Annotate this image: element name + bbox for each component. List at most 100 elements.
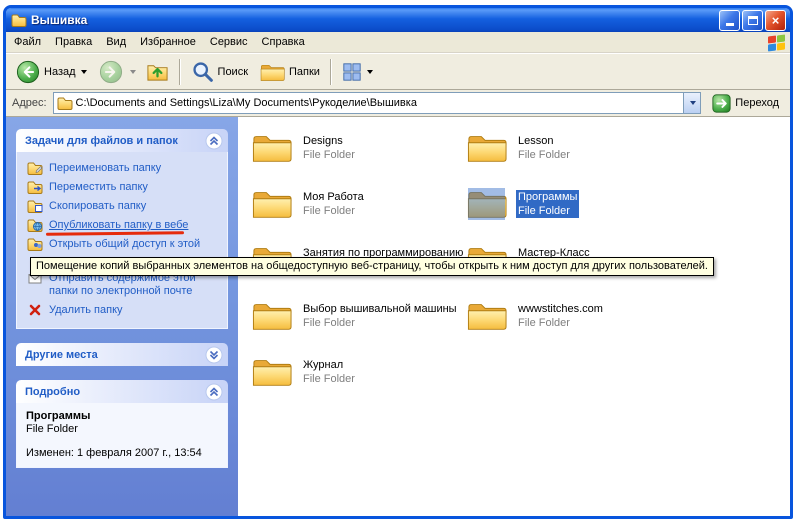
- back-button[interactable]: Назад: [10, 56, 93, 88]
- search-icon: [191, 60, 214, 83]
- menu-bar: Файл Правка Вид Избранное Сервис Справка: [6, 32, 790, 53]
- task-delete-folder[interactable]: Удалить папку: [26, 301, 222, 320]
- file-name: Моя Работа: [301, 190, 366, 204]
- up-button[interactable]: [140, 56, 175, 87]
- file-name: Программы: [516, 190, 579, 204]
- menu-item-help[interactable]: Справка: [255, 33, 312, 51]
- tooltip: Помещение копий выбранных элементов на о…: [30, 257, 714, 276]
- address-dropdown-button[interactable]: [683, 93, 700, 113]
- address-input[interactable]: [73, 97, 684, 109]
- file-tasks-body: Переименовать папку Переместить папку Ск…: [16, 152, 228, 329]
- chevron-up-icon[interactable]: [205, 383, 223, 401]
- close-button[interactable]: ×: [765, 10, 786, 31]
- task-label: Удалить папку: [49, 304, 123, 317]
- window-title: Вышивка: [31, 13, 717, 27]
- forward-button[interactable]: [93, 56, 129, 88]
- file-type: File Folder: [516, 204, 579, 218]
- file-name: Lesson: [516, 134, 572, 148]
- task-rename-folder[interactable]: Переименовать папку: [26, 159, 222, 178]
- folder-icon[interactable]: [467, 299, 507, 332]
- task-copy-folder[interactable]: Скопировать папку: [26, 197, 222, 216]
- folder-icon[interactable]: [252, 299, 292, 332]
- menu-item-tools[interactable]: Сервис: [203, 33, 255, 51]
- folder-icon[interactable]: [252, 131, 292, 164]
- maximize-button[interactable]: [742, 10, 763, 31]
- details-item-name: Программы: [26, 410, 222, 422]
- task-label: Опубликовать папку в вебе: [49, 219, 188, 232]
- file-item-wwwstitches[interactable]: wwwstitches.comFile Folder: [467, 299, 682, 355]
- views-icon: [342, 62, 362, 82]
- back-label: Назад: [44, 66, 76, 78]
- window-folder-icon: [11, 13, 27, 27]
- menu-item-view[interactable]: Вид: [99, 33, 133, 51]
- toolbar-separator: [330, 59, 332, 85]
- chevron-down-icon: [690, 101, 696, 105]
- go-icon: [712, 94, 731, 113]
- address-combo[interactable]: [53, 92, 702, 114]
- task-move-folder[interactable]: Переместить папку: [26, 178, 222, 197]
- details-item-type: File Folder: [26, 423, 222, 435]
- rename-folder-icon: [27, 161, 43, 175]
- task-label: Переименовать папку: [49, 162, 161, 175]
- file-type: File Folder: [516, 148, 572, 162]
- minimize-button[interactable]: [719, 10, 740, 31]
- title-bar[interactable]: Вышивка ×: [6, 8, 790, 32]
- search-button[interactable]: Поиск: [185, 56, 254, 87]
- folder-icon[interactable]: [252, 355, 292, 388]
- folders-button[interactable]: Папки: [254, 58, 326, 86]
- folders-icon: [260, 62, 285, 82]
- file-item-moya-rabota[interactable]: Моя РаботаFile Folder: [252, 187, 467, 243]
- address-label: Адрес:: [12, 97, 47, 109]
- folders-label: Папки: [289, 66, 320, 78]
- panel-details: Подробно Программы File Folder Изменен: …: [16, 380, 228, 468]
- file-item-designs[interactable]: DesignsFile Folder: [252, 131, 467, 187]
- menu-item-favorites[interactable]: Избранное: [133, 33, 203, 51]
- toolbar-separator: [179, 59, 181, 85]
- folder-icon[interactable]: [252, 187, 292, 220]
- file-type: File Folder: [301, 316, 459, 330]
- folder-icon[interactable]: [467, 187, 507, 220]
- publish-folder-icon: [27, 218, 43, 232]
- other-places-header[interactable]: Другие места: [16, 343, 228, 366]
- file-item-lesson[interactable]: LessonFile Folder: [467, 131, 682, 187]
- folder-icon[interactable]: [467, 131, 507, 164]
- panel-other-places: Другие места: [16, 343, 228, 366]
- task-publish-folder-web[interactable]: Опубликовать папку в вебе: [26, 216, 222, 235]
- file-item-vybor-mashiny[interactable]: Выбор вышивальной машиныFile Folder: [252, 299, 467, 355]
- address-folder-icon: [57, 96, 73, 110]
- back-dropdown-icon[interactable]: [81, 70, 87, 74]
- main-area: Задачи для файлов и папок Переименовать …: [6, 117, 790, 516]
- file-type: File Folder: [301, 372, 357, 386]
- file-name: Designs: [301, 134, 357, 148]
- other-places-title: Другие места: [25, 349, 98, 361]
- go-label: Переход: [735, 97, 779, 109]
- share-folder-icon: [27, 237, 43, 251]
- views-dropdown-icon[interactable]: [367, 70, 373, 74]
- file-list-area[interactable]: DesignsFile Folder LessonFile Folder Моя…: [238, 117, 790, 516]
- file-name: wwwstitches.com: [516, 302, 605, 316]
- file-tasks-header[interactable]: Задачи для файлов и папок: [16, 129, 228, 152]
- forward-icon: [99, 60, 123, 84]
- chevron-down-icon[interactable]: [205, 346, 223, 364]
- panel-file-tasks: Задачи для файлов и папок Переименовать …: [16, 129, 228, 329]
- task-label: Открыть общий доступ к этой: [49, 238, 200, 251]
- views-button[interactable]: [336, 58, 379, 86]
- menu-item-file[interactable]: Файл: [7, 33, 48, 51]
- back-icon: [16, 60, 40, 84]
- file-type: File Folder: [516, 316, 605, 330]
- menu-item-edit[interactable]: Правка: [48, 33, 99, 51]
- file-name: Журнал: [301, 358, 357, 372]
- file-item-zhurnal[interactable]: ЖурналFile Folder: [252, 355, 467, 411]
- chevron-up-icon[interactable]: [205, 132, 223, 150]
- maximize-icon: [748, 16, 758, 25]
- explorer-window: Вышивка × Файл Правка Вид Избранное Серв…: [3, 5, 793, 519]
- move-folder-icon: [27, 180, 43, 194]
- go-button[interactable]: Переход: [707, 92, 784, 115]
- file-type: File Folder: [301, 148, 357, 162]
- file-item-programmy-selected[interactable]: ПрограммыFile Folder: [467, 187, 682, 243]
- details-header[interactable]: Подробно: [16, 380, 228, 403]
- forward-dropdown-icon[interactable]: [130, 70, 136, 74]
- task-label: Переместить папку: [49, 181, 148, 194]
- details-title: Подробно: [25, 386, 80, 398]
- folder-up-icon: [146, 60, 169, 83]
